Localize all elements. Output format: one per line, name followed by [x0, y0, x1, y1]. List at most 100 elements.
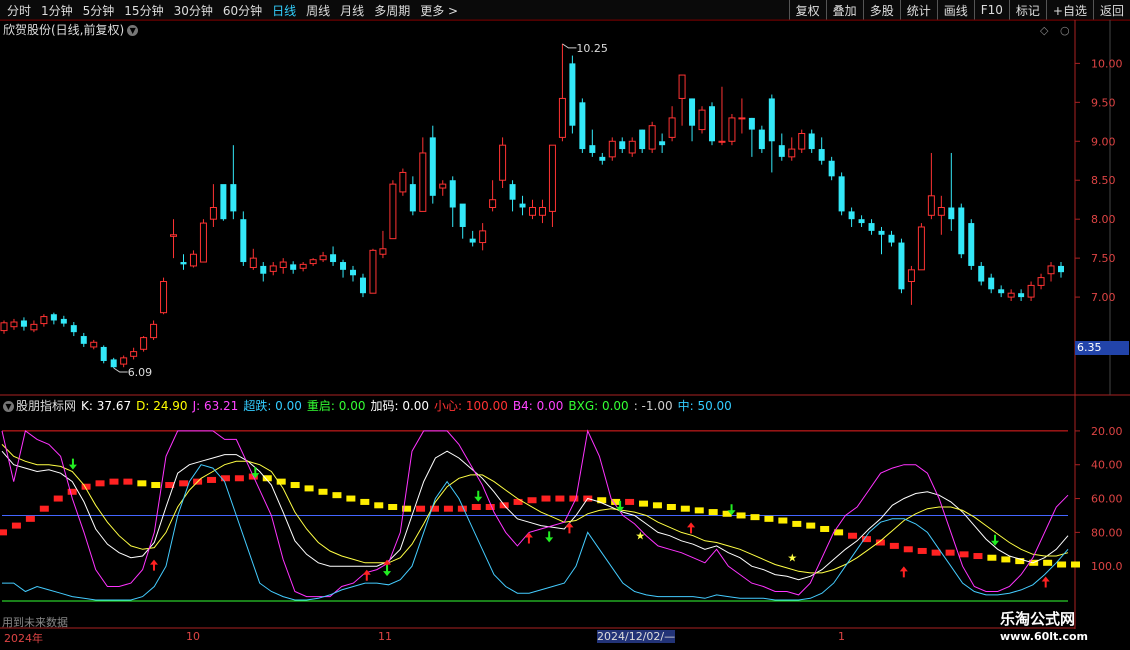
candle-body-43 [429, 137, 436, 196]
trend-band-0 [0, 529, 7, 536]
candle-body-102 [1018, 293, 1025, 298]
trend-band-5 [67, 488, 77, 495]
candle-body-56 [558, 97, 566, 138]
current-price-tag: 6.35 [1075, 341, 1129, 355]
candle-body-49 [489, 199, 497, 209]
star-marker-0: ★ [635, 530, 645, 543]
candle-body-2 [20, 320, 27, 327]
trend-band-9 [123, 478, 133, 485]
trend-band-51 [708, 509, 718, 516]
candle-body-62 [619, 141, 626, 150]
candle-body-35 [350, 269, 357, 276]
candle-body-26 [260, 265, 267, 274]
trend-band-41 [569, 495, 579, 502]
candle-body-82 [818, 149, 825, 161]
candle-body-6 [60, 318, 67, 324]
chart-canvas[interactable]: ◇ ○ 7.00 7.50 8.00 8.50 9.00 9.50 10.00 10.25 6.09… [0, 0, 1130, 650]
candle-body-15 [150, 323, 158, 339]
candle-body-20 [199, 222, 207, 263]
high-marker [562, 43, 577, 49]
sell-arrow-3 [474, 490, 483, 502]
candle-body-88 [878, 230, 885, 235]
trend-band-64 [889, 542, 899, 549]
candle-body-5 [50, 314, 57, 321]
date-label-4: 1 [838, 630, 845, 643]
candle-body-64 [639, 129, 646, 150]
candle-body-74 [738, 117, 746, 120]
buy-arrow-3 [524, 532, 533, 544]
trend-band-59 [820, 525, 830, 532]
candle-body-9 [90, 341, 98, 348]
trend-band-53 [736, 512, 746, 519]
candle-body-73 [728, 117, 736, 142]
watermark-url: www.60lt.com [1000, 630, 1089, 643]
candle-body-48 [479, 230, 487, 244]
candle-body-7 [70, 325, 77, 333]
trend-band-72 [1001, 556, 1011, 563]
indicator-field-0: K: 37.67 [81, 399, 132, 413]
indicator-menu-icon[interactable]: ▼ [3, 401, 14, 412]
candle-body-17 [170, 234, 178, 237]
candle-body-93 [927, 195, 935, 216]
candle-body-28 [279, 261, 287, 268]
trend-band-47 [652, 502, 662, 509]
candle-body-103 [1027, 284, 1035, 298]
candle-body-85 [848, 211, 855, 220]
series-line-J [1, 429, 1069, 598]
trend-band-75 [1043, 559, 1053, 566]
ind-tick-label-3: 40.00 [1091, 459, 1123, 472]
candle-body-4 [40, 316, 48, 325]
candle-body-12 [120, 357, 128, 365]
candle-body-81 [808, 133, 815, 150]
trend-band-66 [917, 547, 927, 554]
candle-body-97 [968, 223, 975, 266]
candle-body-92 [917, 226, 925, 271]
candle-body-87 [868, 223, 875, 231]
candle-body-50 [499, 144, 507, 181]
trend-band-48 [666, 504, 676, 510]
indicator-field-9: : -1.00 [633, 399, 673, 413]
price-tick-label-4: 9.00 [1091, 135, 1116, 148]
candle-body-95 [948, 207, 955, 220]
date-label-3: 2024/12/02/— [597, 630, 676, 643]
price-tick-label-6: 10.00 [1091, 57, 1123, 70]
high-label: 10.25 [576, 42, 608, 55]
candle-body-101 [1007, 292, 1015, 298]
candle-body-22 [220, 184, 227, 220]
trend-band-40 [555, 495, 565, 502]
candle-body-39 [389, 183, 397, 240]
date-axis: 2024年 10 11 2024/12/02/— 1 [0, 629, 1075, 645]
trend-band-56 [778, 517, 788, 524]
price-tick-label-0: 7.00 [1091, 291, 1116, 304]
candle-body-41 [409, 184, 416, 212]
trend-band-17 [234, 475, 244, 482]
candle-body-45 [449, 180, 456, 208]
candle-body-69 [689, 98, 696, 126]
trend-band-76 [1057, 561, 1067, 568]
trend-band-4 [53, 495, 63, 502]
candle-body-32 [319, 255, 327, 261]
candle-body-1 [10, 321, 18, 328]
trend-band-49 [680, 505, 690, 512]
candle-body-84 [838, 176, 845, 212]
trend-band-26 [360, 498, 370, 505]
date-label-0: 2024年 [4, 632, 43, 645]
candle-body-16 [160, 281, 168, 314]
trend-band-71 [987, 554, 997, 561]
sell-arrow-2 [383, 565, 392, 577]
buy-arrow-6 [899, 566, 908, 578]
trend-band-43 [597, 497, 607, 504]
indicator-field-6: 小心: 100.00 [434, 399, 508, 413]
indicator-field-7: B4: 0.00 [512, 399, 564, 413]
candle-body-19 [189, 253, 197, 267]
trend-band-34 [471, 504, 481, 510]
candle-body-46 [459, 203, 466, 227]
indicator-field-8: BXG: 0.00 [568, 399, 629, 413]
candle-body-52 [519, 203, 526, 208]
trend-band-24 [332, 492, 342, 499]
trend-band-55 [764, 515, 774, 522]
trend-band-58 [806, 522, 816, 529]
candle-body-105 [1047, 265, 1055, 275]
candle-body-76 [758, 129, 765, 150]
trend-band-3 [39, 505, 49, 512]
